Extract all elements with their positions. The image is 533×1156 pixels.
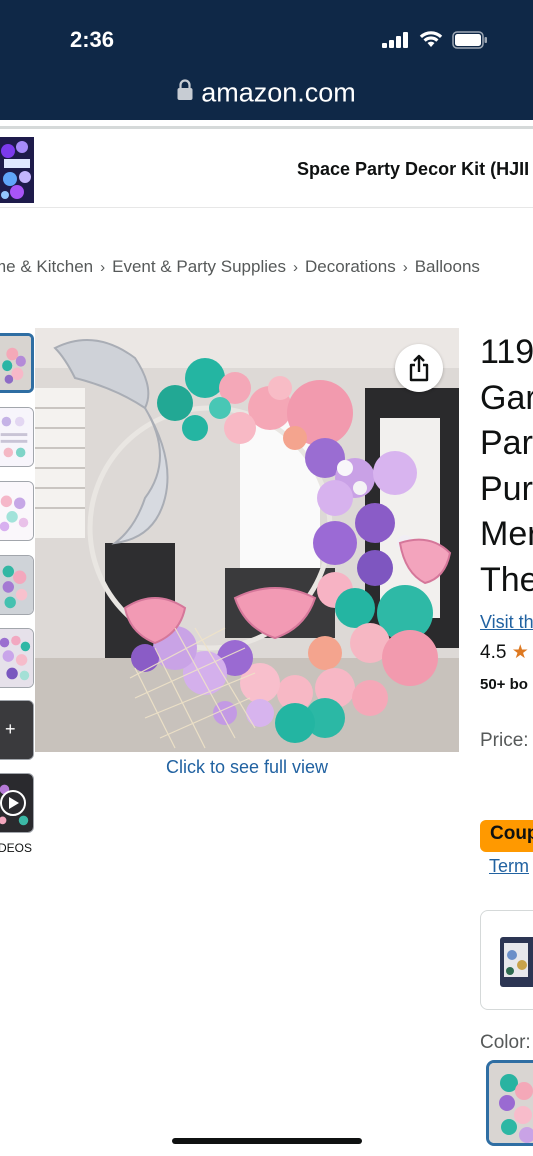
gallery-thumbnail-4[interactable] <box>0 555 34 615</box>
gallery-thumbnail-5[interactable] <box>0 628 34 688</box>
more-images-label: + <box>5 719 16 739</box>
battery-icon <box>452 31 487 49</box>
gallery-thumbnail-3[interactable] <box>0 481 34 541</box>
sticky-product-bar[interactable]: Space Party Decor Kit (HJII <box>0 126 533 208</box>
sticky-product-thumbnail[interactable] <box>0 137 34 203</box>
product-title-line: Gar <box>480 378 533 417</box>
product-title-line: The <box>480 560 533 599</box>
rating-value: 4.5 <box>480 642 507 663</box>
cellular-signal-icon <box>382 32 408 48</box>
visit-store-link[interactable]: Visit th <box>480 612 533 633</box>
color-label: Color: <box>480 1032 531 1053</box>
product-details-column: 119 Gar Par Pur Mer The Visit th 4.5 ★ 5… <box>480 330 533 1156</box>
breadcrumb-item-balloons[interactable]: Balloons <box>415 257 480 276</box>
home-indicator[interactable] <box>172 1138 362 1144</box>
sticky-product-title[interactable]: Space Party Decor Kit (HJII <box>297 159 529 180</box>
coupon-terms-link[interactable]: Term <box>489 856 529 877</box>
breadcrumb: me & Kitchen › Event & Party Supplies › Deco… <box>0 257 480 277</box>
breadcrumb-separator: › <box>100 259 106 276</box>
variant-thumbnail <box>500 937 533 987</box>
gallery-video-thumbnail[interactable] <box>0 773 34 833</box>
address-bar[interactable]: amazon.com <box>0 76 533 108</box>
main-product-image[interactable] <box>35 328 459 752</box>
url-text: amazon.com <box>201 77 356 108</box>
coupon-badge: Coup <box>480 820 533 852</box>
variant-option[interactable] <box>480 910 533 1010</box>
product-title-line: Par <box>480 424 533 462</box>
share-button[interactable] <box>395 344 443 392</box>
price-label: Price: <box>480 730 529 751</box>
share-icon <box>409 354 429 382</box>
gallery-more-images[interactable]: + <box>0 700 34 760</box>
product-title-line: Pur <box>480 469 533 508</box>
play-icon <box>0 790 26 816</box>
rating[interactable]: 4.5 ★ <box>480 641 529 664</box>
breadcrumb-separator: › <box>402 259 408 276</box>
gallery-thumbnail-1[interactable] <box>0 333 34 393</box>
browser-header: 2:36 amazon.com <box>0 0 533 120</box>
breadcrumb-item-event-party[interactable]: Event & Party Supplies <box>112 257 286 276</box>
gallery-thumbnail-2[interactable] <box>0 407 34 467</box>
videos-label: DEOS <box>0 841 33 855</box>
full-view-link[interactable]: Click to see full view <box>35 757 459 778</box>
product-title-line: 119 <box>480 333 533 371</box>
star-icon: ★ <box>511 642 529 663</box>
color-swatch-selected[interactable] <box>486 1060 533 1146</box>
lock-icon <box>177 79 193 101</box>
status-time: 2:36 <box>70 27 115 52</box>
breadcrumb-separator: › <box>292 259 298 276</box>
product-title-line: Mer <box>480 515 533 553</box>
wifi-icon <box>419 31 443 47</box>
breadcrumb-item-decorations[interactable]: Decorations <box>305 257 396 276</box>
product-title: 119 Gar Par Pur Mer The <box>480 330 533 603</box>
bought-count: 50+ bo <box>480 676 528 693</box>
breadcrumb-item-home-kitchen[interactable]: me & Kitchen <box>0 257 93 276</box>
